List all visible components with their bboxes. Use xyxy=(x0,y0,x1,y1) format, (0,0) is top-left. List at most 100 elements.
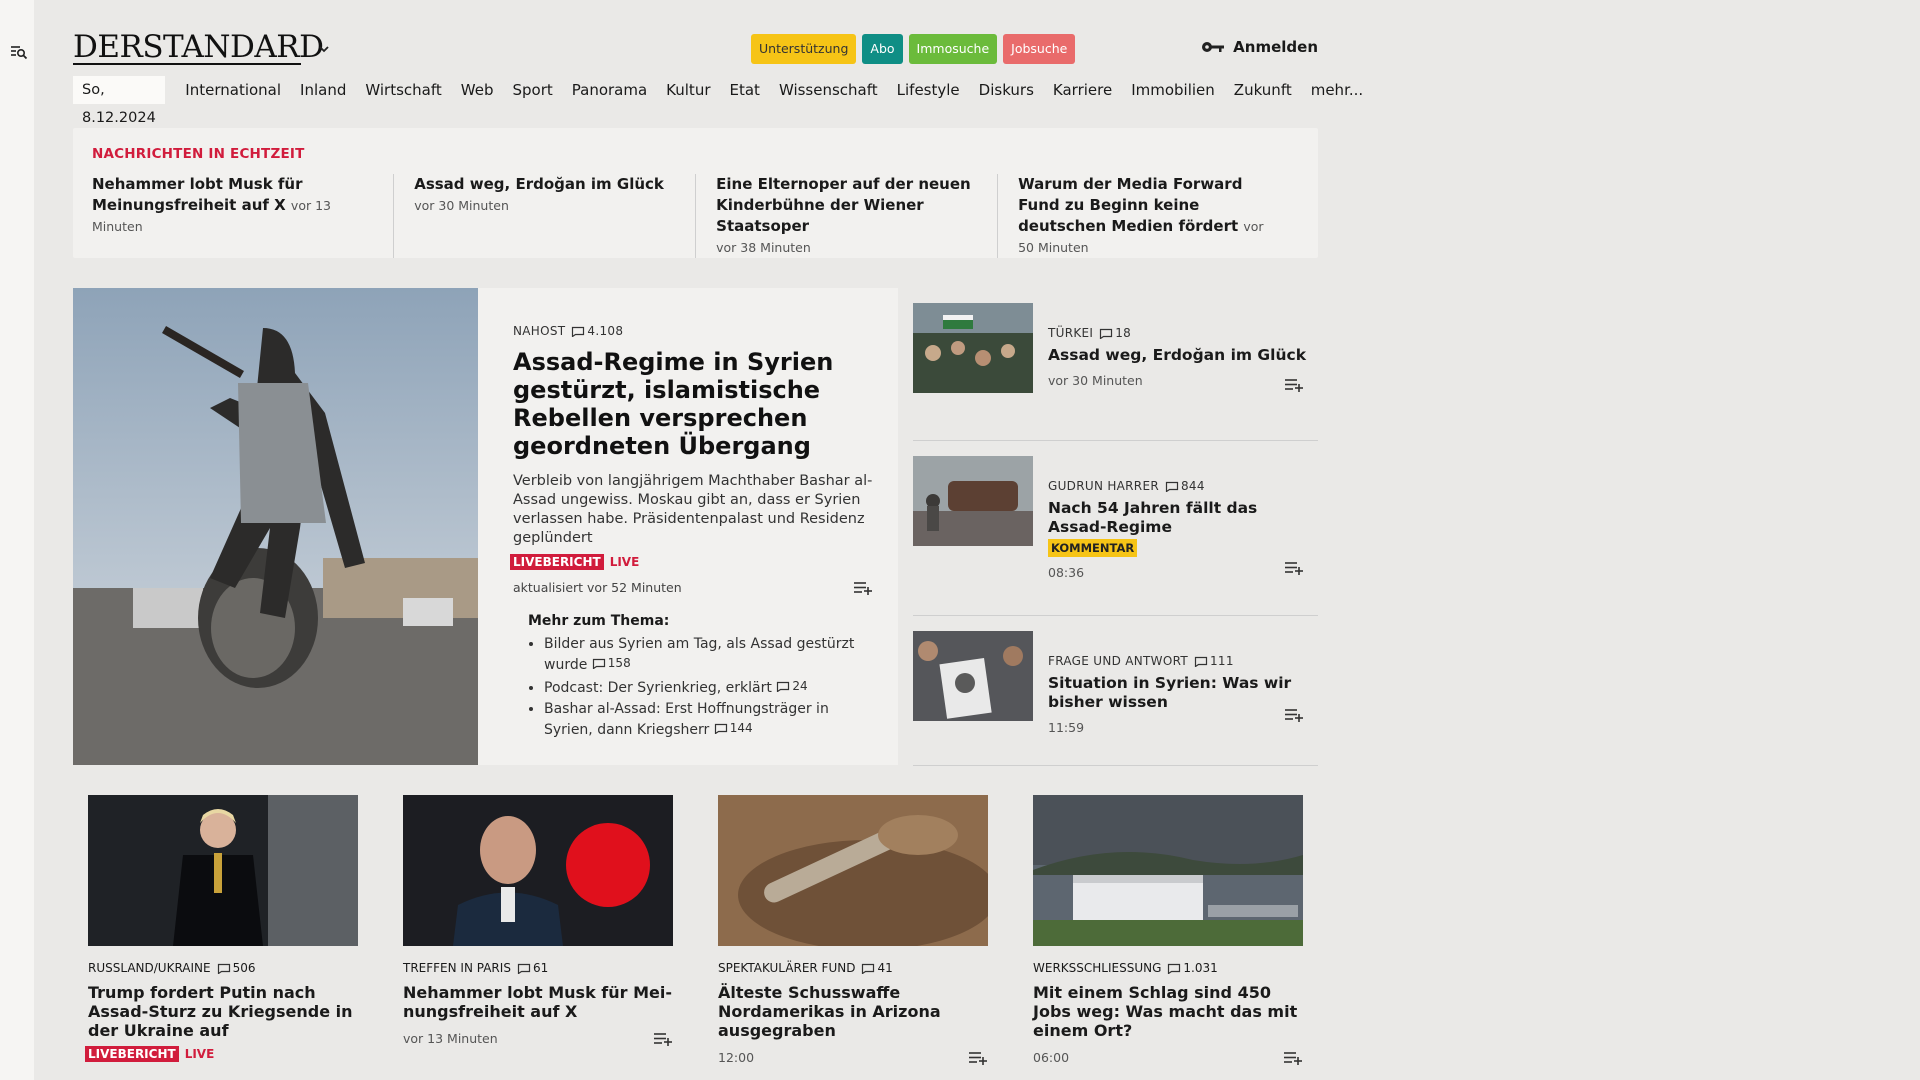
card-kicker[interactable]: TREFFEN IN PARIS xyxy=(403,961,511,975)
card-image[interactable] xyxy=(403,795,673,946)
logo-underline xyxy=(73,63,301,65)
ticker-item-title[interactable]: Warum der Media Forward Fund zu Beginn k… xyxy=(1018,175,1242,235)
ticker-item-time: vor 30 Minuten xyxy=(414,198,509,213)
nav-wirtschaft[interactable]: Wirtschaft xyxy=(365,76,441,104)
ticker-item[interactable]: Eine Elternoper auf der neuen Kinder­büh… xyxy=(695,174,997,258)
nav-inland[interactable]: Inland xyxy=(300,76,346,104)
lead-comments[interactable]: 4.108 xyxy=(571,324,623,338)
nav-etat[interactable]: Etat xyxy=(730,76,760,104)
logo[interactable]: DERSTANDARD xyxy=(73,30,324,64)
card-title[interactable]: Nehammer lobt Musk für Mei­nungsfreiheit… xyxy=(403,983,673,1021)
lead-comment-count: 4.108 xyxy=(587,324,624,338)
card-title[interactable]: Älteste Schusswaffe Nordamerikas in Ariz… xyxy=(718,983,988,1040)
card-time: 06:00 xyxy=(1033,1050,1070,1065)
nav-diskurs[interactable]: Diskurs xyxy=(979,76,1034,104)
add-to-list-icon[interactable] xyxy=(853,581,873,595)
nav-immobilien[interactable]: Immobilien xyxy=(1131,76,1215,104)
comment-icon xyxy=(517,963,531,974)
card-comments[interactable]: 1.031 xyxy=(1167,961,1218,975)
nav-international[interactable]: International xyxy=(185,76,281,104)
side-title[interactable]: Assad weg, Erdoğan im Glück xyxy=(1048,346,1308,365)
article-card: WERKSSCHLIESSUNG 1.031 Mit einem Schlag … xyxy=(1033,795,1303,1080)
side-article: GUDRUN HARRER 844 Nach 54 Jahren fällt d… xyxy=(913,441,1318,616)
nav-lifestyle[interactable]: Lifestyle xyxy=(897,76,960,104)
related-comments[interactable]: 158 xyxy=(592,654,631,673)
add-to-list-icon[interactable] xyxy=(1283,1051,1303,1065)
comment-icon xyxy=(572,326,585,337)
nav-kultur[interactable]: Kultur xyxy=(666,76,710,104)
side-image[interactable] xyxy=(913,456,1033,546)
nav-zukunft[interactable]: Zukunft xyxy=(1234,76,1292,104)
add-to-list-icon[interactable] xyxy=(968,1051,988,1065)
card-kicker[interactable]: WERKSSCHLIESSUNG xyxy=(1033,961,1161,975)
ticker-item-title[interactable]: Nehammer lobt Musk für Meinungs­freiheit… xyxy=(92,175,303,214)
lead-kicker[interactable]: NAHOST xyxy=(513,324,565,338)
side-article: FRAGE UND ANTWORT 111 Situation in Syrie… xyxy=(913,616,1318,766)
card-kicker[interactable]: RUSSLAND/UKRAINE xyxy=(88,961,211,975)
side-title[interactable]: Nach 54 Jahren fällt das Assad-Regime xyxy=(1048,499,1308,537)
article-grid: RUSSLAND/UKRAINE 506 Trump fordert Putin… xyxy=(85,795,1303,1080)
comment-icon xyxy=(1194,656,1208,667)
card-title[interactable]: Trump fordert Putin nach Assad-Sturz zu … xyxy=(88,983,358,1040)
ticker-item[interactable]: Nehammer lobt Musk für Meinungs­freiheit… xyxy=(92,174,393,258)
side-time: 08:36 xyxy=(1048,565,1085,580)
card-comments[interactable]: 41 xyxy=(861,961,893,975)
lead-title[interactable]: Assad-Regime in Syrien gestürzt, islamis… xyxy=(513,348,873,460)
comment-icon xyxy=(217,963,230,974)
ticker-item[interactable]: Warum der Media Forward Fund zu Beginn k… xyxy=(997,174,1299,258)
comment-badge: KOMMENTAR xyxy=(1048,539,1138,557)
side-comments[interactable]: 111 xyxy=(1194,654,1234,668)
add-to-list-icon[interactable] xyxy=(1284,708,1304,722)
ticker-item-title[interactable]: Eine Elternoper auf der neuen Kinder­büh… xyxy=(716,175,971,235)
search-list-icon[interactable] xyxy=(10,44,28,60)
nav-karriere[interactable]: Karriere xyxy=(1053,76,1112,104)
nav-wissenschaft[interactable]: Wissenschaft xyxy=(779,76,878,104)
card-kicker[interactable]: SPEKTAKULÄRER FUND xyxy=(718,961,855,975)
header: DERSTANDARD Unterstützung Abo Immosuche … xyxy=(73,0,1318,70)
immo-search-button[interactable]: Immosuche xyxy=(908,34,998,64)
related-link[interactable]: Bashar al-Assad: Erst Hoffnungsträger in… xyxy=(544,700,873,740)
card-comments[interactable]: 506 xyxy=(217,961,256,975)
side-image[interactable] xyxy=(913,631,1033,721)
login-button[interactable]: Anmelden xyxy=(1201,38,1318,56)
ticker-item-title[interactable]: Assad weg, Erdoğan im Glück xyxy=(414,175,664,193)
comment-icon xyxy=(714,723,727,734)
abo-button[interactable]: Abo xyxy=(862,34,903,64)
side-kicker[interactable]: FRAGE UND ANTWORT xyxy=(1048,654,1188,668)
side-image[interactable] xyxy=(913,303,1033,393)
related-comments[interactable]: 24 xyxy=(776,677,808,696)
side-comments[interactable]: 844 xyxy=(1165,479,1205,493)
chevron-down-icon[interactable] xyxy=(318,44,330,54)
card-image[interactable] xyxy=(88,795,358,946)
nav-panorama[interactable]: Panorama xyxy=(572,76,647,104)
related-comments[interactable]: 144 xyxy=(714,719,753,738)
side-title[interactable]: Situation in Syrien: Was wir bisher wiss… xyxy=(1048,674,1308,712)
add-to-list-icon[interactable] xyxy=(1284,378,1304,392)
lead-article: NAHOST 4.108 Assad-Regime in Syrien gest… xyxy=(73,288,898,765)
related-link[interactable]: Bilder aus Syrien am Tag, als Assad gest… xyxy=(544,635,873,675)
add-to-list-icon[interactable] xyxy=(653,1032,673,1046)
lead-teaser[interactable]: Verbleib von langjährigem Machthaber Bas… xyxy=(513,472,873,548)
side-kicker[interactable]: TÜRKEI xyxy=(1048,326,1093,340)
nav-sport[interactable]: Sport xyxy=(512,76,552,104)
article-card: RUSSLAND/UKRAINE 506 Trump fordert Putin… xyxy=(85,795,358,1080)
add-to-list-icon[interactable] xyxy=(1284,561,1304,575)
card-image[interactable] xyxy=(1033,795,1303,946)
nav-web[interactable]: Web xyxy=(461,76,494,104)
comment-icon xyxy=(1165,481,1179,492)
side-comments[interactable]: 18 xyxy=(1099,326,1131,340)
card-image[interactable] xyxy=(718,795,988,946)
news-ticker: NACHRICHTEN IN ECHTZEIT Nehammer lobt Mu… xyxy=(73,128,1318,258)
side-kicker[interactable]: GUDRUN HARRER xyxy=(1048,479,1159,493)
ticker-item[interactable]: Assad weg, Erdoğan im Glück vor 30 Minut… xyxy=(393,174,695,258)
support-button[interactable]: Unterstützung xyxy=(751,34,857,64)
lead-image[interactable] xyxy=(73,288,478,765)
related-link[interactable]: Podcast: Der Syrienkrieg, erklärt 24 xyxy=(544,677,873,698)
comment-icon xyxy=(592,658,605,669)
comment-icon xyxy=(862,963,875,974)
card-comments[interactable]: 61 xyxy=(517,961,548,975)
card-time: vor 13 Minuten xyxy=(403,1031,498,1046)
nav-more[interactable]: mehr... xyxy=(1311,76,1363,104)
job-search-button[interactable]: Jobsuche xyxy=(1003,34,1076,64)
card-title[interactable]: Mit einem Schlag sind 450 Jobs weg: Was … xyxy=(1033,983,1303,1040)
